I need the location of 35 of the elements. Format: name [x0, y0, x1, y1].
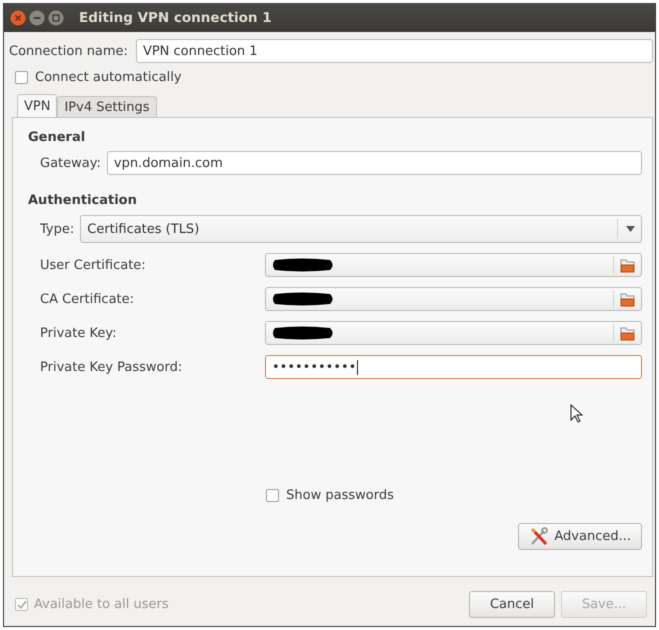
type-dropdown[interactable]: Certificates (TLS)	[80, 215, 642, 243]
show-passwords-checkbox[interactable]	[266, 489, 280, 502]
field-label: Gateway:	[40, 156, 101, 170]
close-icon[interactable]	[10, 10, 26, 26]
tab[interactable]: VPN	[17, 94, 58, 117]
field-label: User Certificate:	[40, 258, 147, 272]
minimize-icon[interactable]	[29, 10, 45, 26]
connection-name-field[interactable]: VPN connection 1	[136, 39, 653, 63]
file-chooser[interactable]	[265, 287, 642, 311]
tools-icon	[529, 526, 550, 546]
connect-automatically-checkbox[interactable]	[15, 71, 28, 84]
maximize-icon[interactable]	[48, 10, 64, 26]
section-heading: General	[28, 130, 86, 145]
gateway-field[interactable]: vpn.domain.com	[106, 151, 642, 175]
checkbox-label: Connect automatically	[35, 70, 182, 85]
field-label: Private Key:	[40, 326, 118, 340]
tab[interactable]: IPv4 Settings	[57, 96, 157, 117]
mouse-pointer-icon	[570, 404, 583, 424]
window-title: Editing VPN connection 1	[79, 10, 272, 26]
password-field[interactable]: •••••••••••	[265, 355, 642, 379]
file-chooser[interactable]	[265, 321, 642, 345]
folder-icon[interactable]	[620, 326, 635, 340]
field-label: Type:	[40, 222, 74, 236]
folder-icon[interactable]	[620, 258, 635, 272]
dialog-button[interactable]: Cancel	[469, 591, 555, 618]
advanced-button[interactable]: Advanced...	[518, 523, 642, 550]
folder-icon[interactable]	[620, 292, 635, 306]
field-label: Private Key Password:	[40, 360, 184, 374]
checkbox-label: Available to all users	[34, 597, 169, 612]
file-chooser[interactable]	[265, 253, 642, 277]
checkbox-label: Show passwords	[286, 488, 394, 503]
dropdown-arrow-icon	[626, 226, 635, 232]
section-heading: Authentication	[28, 193, 138, 208]
field-label: CA Certificate:	[40, 292, 136, 306]
connection-name-label: Connection name:	[9, 44, 128, 58]
